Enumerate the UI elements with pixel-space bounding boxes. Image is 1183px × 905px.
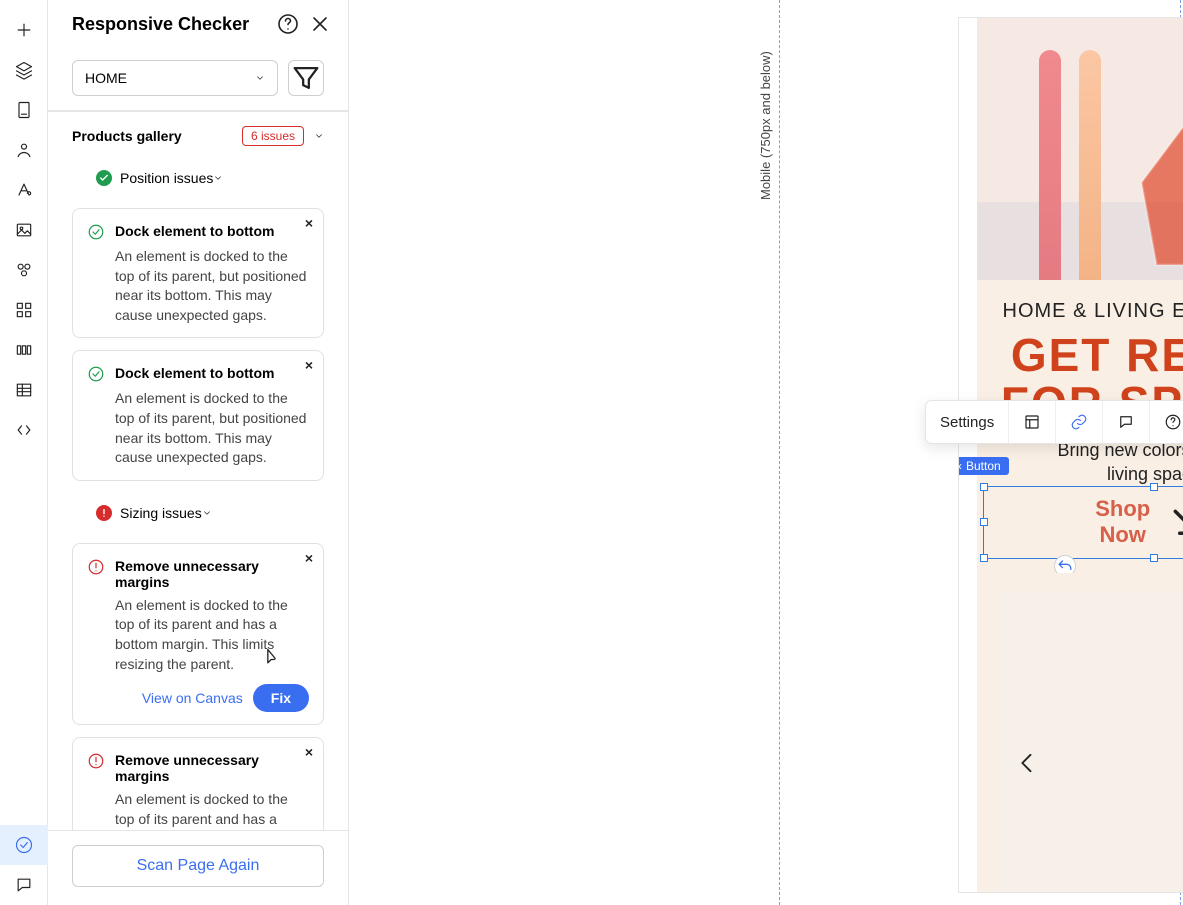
error-circle-icon bbox=[87, 558, 105, 576]
gallery-prev-icon[interactable] bbox=[1013, 749, 1041, 777]
code-icon[interactable] bbox=[0, 410, 48, 450]
check-circle-icon bbox=[87, 223, 105, 241]
view-on-canvas-link[interactable]: View on Canvas bbox=[142, 690, 243, 706]
issue-title: Dock element to bottom bbox=[115, 365, 274, 381]
grid-icon[interactable] bbox=[0, 290, 48, 330]
text-icon[interactable] bbox=[0, 170, 48, 210]
chevron-down-icon bbox=[314, 131, 324, 141]
issue-body: An element is docked to the top of its p… bbox=[87, 389, 309, 467]
help-icon[interactable] bbox=[1150, 401, 1183, 443]
filter-button[interactable] bbox=[288, 60, 324, 96]
issue-body: An element is docked to the top of its p… bbox=[87, 247, 309, 325]
issue-card: × Dock element to bottom An element is d… bbox=[72, 208, 324, 338]
issue-title: Dock element to bottom bbox=[115, 223, 274, 239]
vase-icon bbox=[1119, 70, 1183, 280]
group-sizing-issues[interactable]: Sizing issues bbox=[72, 495, 324, 531]
selection-outline: ‹ Button bbox=[983, 486, 1183, 559]
issues-badge: 6 issues bbox=[242, 126, 304, 146]
issue-title: Remove unnecessary margins bbox=[115, 558, 309, 590]
layout-icon[interactable] bbox=[1009, 401, 1056, 443]
hero-image bbox=[977, 18, 1183, 280]
group-icon[interactable] bbox=[0, 250, 48, 290]
dismiss-icon[interactable]: × bbox=[305, 215, 313, 231]
error-circle-icon bbox=[96, 505, 112, 521]
panel-title: Responsive Checker bbox=[72, 14, 268, 35]
responsive-checker-panel: Responsive Checker HOME Products gallery… bbox=[48, 0, 349, 905]
breakpoint-rule-left bbox=[779, 0, 780, 905]
candle-green-icon bbox=[1092, 637, 1150, 892]
error-circle-icon bbox=[87, 752, 105, 770]
issue-body: An element is docked to the top of its p… bbox=[87, 790, 309, 830]
chevron-down-icon bbox=[213, 173, 223, 183]
comment-icon[interactable] bbox=[1103, 401, 1150, 443]
group-position-label: Position issues bbox=[120, 170, 213, 186]
issue-title: Remove unnecessary margins bbox=[115, 752, 309, 784]
hero-subheading: HOME & LIVING ESSENTIALS bbox=[991, 300, 1183, 323]
check-icon[interactable] bbox=[0, 825, 48, 865]
link-icon[interactable] bbox=[1056, 401, 1103, 443]
comment-icon[interactable] bbox=[0, 865, 48, 905]
flex-icon[interactable] bbox=[0, 330, 48, 370]
gallery-section bbox=[977, 573, 1183, 892]
page-dropdown[interactable]: HOME bbox=[72, 60, 278, 96]
selection-tag: ‹ Button bbox=[959, 457, 1009, 475]
dismiss-icon[interactable]: × bbox=[305, 357, 313, 373]
help-icon[interactable] bbox=[276, 12, 300, 36]
close-icon[interactable] bbox=[308, 12, 332, 36]
candle-blue-icon bbox=[1158, 637, 1183, 892]
element-toolbar: Settings bbox=[925, 400, 1183, 444]
dismiss-icon[interactable]: × bbox=[305, 550, 313, 566]
fix-button[interactable]: Fix bbox=[253, 684, 309, 712]
issues-scroll[interactable]: Position issues × Dock element to bottom… bbox=[48, 160, 348, 830]
person-icon[interactable] bbox=[0, 130, 48, 170]
page-icon[interactable] bbox=[0, 90, 48, 130]
group-position-issues[interactable]: Position issues bbox=[72, 160, 324, 196]
table-icon[interactable] bbox=[0, 370, 48, 410]
scan-page-button[interactable]: Scan Page Again bbox=[72, 845, 324, 887]
mobile-frame: HOME & LIVING ESSENTIALS GET READY FOR S… bbox=[959, 18, 1183, 892]
dismiss-icon[interactable]: × bbox=[305, 744, 313, 760]
image-icon[interactable] bbox=[0, 210, 48, 250]
check-circle-icon bbox=[96, 170, 112, 186]
group-sizing-label: Sizing issues bbox=[120, 505, 202, 521]
issue-card: × Remove unnecessary margins An element … bbox=[72, 543, 324, 725]
hero-tagline-2: living space bbox=[1107, 464, 1183, 484]
issue-card: × Dock element to bottom An element is d… bbox=[72, 350, 324, 480]
page-dropdown-value: HOME bbox=[85, 70, 127, 86]
issue-body: An element is docked to the top of its p… bbox=[87, 596, 309, 674]
canvas[interactable]: Mobile (750px and below) HOME & LIVING E… bbox=[349, 0, 1183, 905]
section-label: Products gallery bbox=[72, 128, 242, 144]
breakpoint-label: Mobile (750px and below) bbox=[758, 51, 773, 200]
check-circle-icon bbox=[87, 365, 105, 383]
chevron-down-icon bbox=[202, 508, 212, 518]
settings-button[interactable]: Settings bbox=[926, 401, 1009, 443]
section-products-gallery[interactable]: Products gallery 6 issues bbox=[48, 111, 348, 160]
left-rail bbox=[0, 0, 48, 905]
add-icon[interactable] bbox=[0, 10, 48, 50]
layers-icon[interactable] bbox=[0, 50, 48, 90]
issue-card: × Remove unnecessary margins An element … bbox=[72, 737, 324, 830]
